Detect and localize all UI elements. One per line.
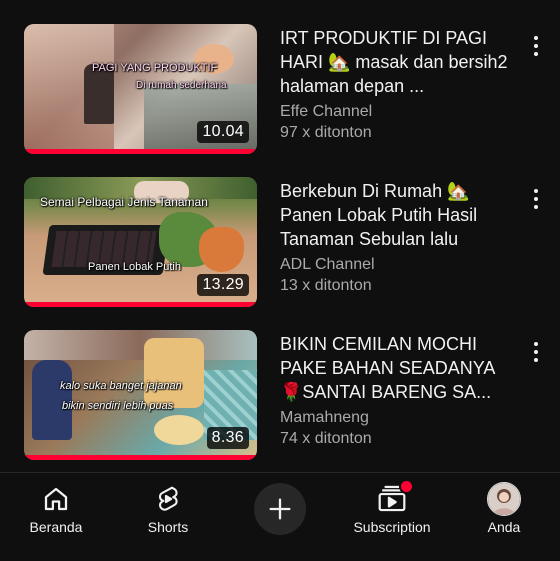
thumbnail-caption: Di rumah sederhana: [136, 80, 227, 91]
video-title[interactable]: IRT PRODUKTIF DI PAGI HARI 🏡 masak dan b…: [280, 26, 518, 98]
video-meta: BIKIN CEMILAN MOCHI PAKE BAHAN SEADANYA …: [280, 332, 518, 449]
nav-you[interactable]: Anda: [464, 473, 544, 561]
view-count: 74 x ditonton: [280, 430, 372, 447]
nav-subscriptions[interactable]: Subscription: [342, 473, 442, 561]
video-thumbnail[interactable]: Semai Pelbagai Jenis Tanaman Panen Lobak…: [24, 177, 257, 307]
video-title[interactable]: Berkebun Di Rumah 🏡 Panen Lobak Putih Ha…: [280, 179, 518, 251]
thumbnail-caption: PAGI YANG PRODUKTIF: [92, 62, 218, 74]
video-item[interactable]: Semai Pelbagai Jenis Tanaman Panen Lobak…: [0, 177, 560, 313]
video-meta: IRT PRODUKTIF DI PAGI HARI 🏡 masak dan b…: [280, 26, 518, 143]
more-options-icon[interactable]: [526, 338, 546, 366]
nav-home[interactable]: Beranda: [16, 473, 96, 561]
bottom-navigation: Beranda Shorts Subscription Anda: [0, 472, 560, 561]
video-thumbnail[interactable]: PAGI YANG PRODUKTIF Di rumah sederhana 1…: [24, 24, 257, 154]
thumbnail-caption: Panen Lobak Putih: [88, 261, 181, 273]
video-thumbnail[interactable]: kalo suka banget jajanan bikin sendiri l…: [24, 330, 257, 460]
more-options-icon[interactable]: [526, 185, 546, 213]
notification-dot: [399, 479, 414, 494]
avatar: [487, 482, 521, 516]
watch-progress-bar: [24, 302, 257, 307]
channel-name[interactable]: Effe Channel: [280, 101, 518, 122]
thumbnail-caption: bikin sendiri lebih puas: [62, 400, 174, 412]
nav-you-label: Anda: [487, 519, 521, 535]
more-options-icon[interactable]: [526, 32, 546, 60]
nav-shorts[interactable]: Shorts: [128, 473, 208, 561]
shorts-icon: [154, 483, 182, 515]
subscriptions-icon: [376, 479, 414, 515]
channel-name[interactable]: Mamahneng: [280, 407, 518, 428]
view-count: 97 x ditonton: [280, 124, 372, 141]
video-item[interactable]: kalo suka banget jajanan bikin sendiri l…: [0, 330, 560, 466]
video-title[interactable]: BIKIN CEMILAN MOCHI PAKE BAHAN SEADANYA …: [280, 332, 518, 404]
create-button[interactable]: [254, 473, 306, 561]
video-meta: Berkebun Di Rumah 🏡 Panen Lobak Putih Ha…: [280, 179, 518, 296]
nav-shorts-label: Shorts: [147, 519, 189, 535]
nav-subscriptions-label: Subscription: [353, 519, 431, 535]
watch-progress-bar: [24, 455, 257, 460]
create-plus-icon: [254, 483, 306, 535]
view-count: 13 x ditonton: [280, 277, 372, 294]
video-duration: 13.29: [197, 274, 249, 296]
watch-progress-bar: [24, 149, 257, 154]
home-icon: [41, 483, 71, 515]
video-item[interactable]: PAGI YANG PRODUKTIF Di rumah sederhana 1…: [0, 24, 560, 160]
video-duration: 10.04: [197, 121, 249, 143]
thumbnail-caption: Semai Pelbagai Jenis Tanaman: [40, 195, 208, 209]
nav-home-label: Beranda: [29, 519, 83, 535]
thumbnail-caption: kalo suka banget jajanan: [60, 380, 182, 392]
video-feed: PAGI YANG PRODUKTIF Di rumah sederhana 1…: [0, 0, 560, 472]
video-duration: 8.36: [206, 427, 249, 449]
channel-name[interactable]: ADL Channel: [280, 254, 518, 275]
